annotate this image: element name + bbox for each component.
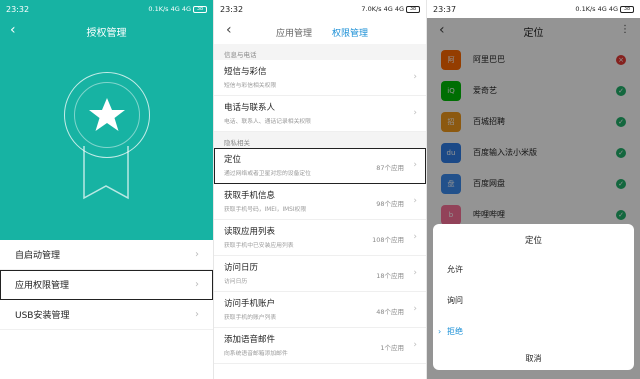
app-count: 98个应用 xyxy=(376,200,404,208)
app-count: 1个应用 xyxy=(380,344,404,352)
battery-icon: 38 xyxy=(620,5,634,13)
badge-inner-circle xyxy=(74,82,140,148)
battery-icon: 38 xyxy=(193,5,207,13)
item-title: 短信与彩信 xyxy=(224,67,267,77)
battery-icon: 38 xyxy=(406,5,420,13)
tab-app-management[interactable]: 应用管理 xyxy=(276,26,312,39)
chevron-right-icon: › xyxy=(413,268,417,278)
location-dialog: 定位 允许 询问 › 拒绝 取消 xyxy=(433,224,634,370)
title-bar: ‹ 应用管理 权限管理 xyxy=(214,18,426,44)
signal-text: 4G 4G xyxy=(597,5,618,13)
chevron-right-icon: › xyxy=(413,108,417,118)
permission-item-app-list[interactable]: 读取应用列表 获取手机中已安装应用列表 108个应用 › xyxy=(214,220,426,256)
chevron-right-icon: › xyxy=(413,340,417,350)
signal-text: 4G 4G xyxy=(383,5,404,13)
permission-item-sms[interactable]: 短信与彩信 短信与彩信相关权限 › xyxy=(214,60,426,96)
item-subtitle: 电话、联系人、通话记录相关权限 xyxy=(224,119,311,125)
option-label: 询问 xyxy=(447,296,463,305)
net-speed: 7.0K/s xyxy=(361,5,382,13)
title-bar: ‹ 授权管理 xyxy=(0,18,213,44)
signal-text: 4G 4G xyxy=(170,5,191,13)
status-right: 7.0K/s 4G 4G 38 xyxy=(361,5,420,13)
section-label-messaging: 信息与电话 xyxy=(214,44,426,60)
hero-header: 23:32 0.1K/s 4G 4G 38 ‹ 授权管理 xyxy=(0,0,213,240)
permission-item-accounts[interactable]: 访问手机账户 获取手机的账户列表 48个应用 › xyxy=(214,292,426,328)
back-arrow-icon[interactable]: ‹ xyxy=(226,22,232,38)
menu-item-usb-install[interactable]: USB安装管理 › xyxy=(0,300,213,330)
status-time: 23:32 xyxy=(6,4,30,14)
status-bar: 23:32 0.1K/s 4G 4G 38 xyxy=(0,0,213,18)
star-icon xyxy=(89,98,125,131)
chevron-right-icon: › xyxy=(195,249,199,260)
chevron-right-icon: › xyxy=(413,160,417,170)
chevron-right-icon: › xyxy=(413,304,417,314)
status-right: 0.1K/s 4G 4G 38 xyxy=(575,5,634,13)
chevron-right-icon: › xyxy=(413,232,417,242)
page-title: 授权管理 xyxy=(86,27,127,39)
chevron-right-icon: › xyxy=(195,309,199,320)
chevron-right-icon: › xyxy=(413,72,417,82)
option-label: 允许 xyxy=(447,265,463,274)
chevron-right-icon: › xyxy=(413,196,417,206)
selected-chevron-icon: › xyxy=(438,327,442,336)
ribbon-icon xyxy=(83,146,129,200)
status-right: 0.1K/s 4G 4G 38 xyxy=(148,5,207,13)
option-deny[interactable]: › 拒绝 xyxy=(433,316,634,347)
permission-item-voicemail[interactable]: 添加语音邮件 向系统语音邮箱添加邮件 1个应用 › xyxy=(214,328,426,364)
dialog-title: 定位 xyxy=(524,236,542,246)
location-permission-screen: 23:37 0.1K/s 4G 4G 38 ‹ 定位 ⋮ 阿阿里巴巴 × iQ 爱奇艺… xyxy=(427,0,640,379)
back-arrow-icon[interactable]: ‹ xyxy=(10,22,16,38)
permission-item-location[interactable]: 定位 通过网络或者卫星对您的设备定位 87个应用 › xyxy=(214,148,426,184)
cancel-button[interactable]: 取消 xyxy=(433,347,634,371)
app-count: 87个应用 xyxy=(376,164,404,172)
menu-item-label: 自启动管理 xyxy=(15,251,61,261)
permission-item-phone-info[interactable]: 获取手机信息 获取手机号码，IMEI，IMSI权限 98个应用 › xyxy=(214,184,426,220)
permission-item-phone-contacts[interactable]: 电话与联系人 电话、联系人、通话记录相关权限 › xyxy=(214,96,426,132)
menu-item-app-permissions[interactable]: 应用权限管理 › xyxy=(0,270,213,300)
tab-permission-management[interactable]: 权限管理 xyxy=(332,26,368,39)
chevron-right-icon: › xyxy=(195,279,199,290)
option-label: 拒绝 xyxy=(447,327,463,336)
option-allow[interactable]: 允许 xyxy=(433,254,634,285)
permission-management-screen: 23:32 7.0K/s 4G 4G 38 ‹ 应用管理 权限管理 信息与电话 … xyxy=(213,0,427,379)
net-speed: 0.1K/s xyxy=(148,5,169,13)
app-count: 108个应用 xyxy=(372,236,404,244)
status-time: 23:37 xyxy=(433,4,457,14)
option-ask[interactable]: 询问 xyxy=(433,285,634,316)
item-subtitle: 短信与彩信相关权限 xyxy=(224,83,277,89)
status-bar: 23:32 7.0K/s 4G 4G 38 xyxy=(214,0,426,18)
menu-item-autostart[interactable]: 自启动管理 › xyxy=(0,240,213,270)
item-title: 电话与联系人 xyxy=(224,103,276,113)
status-time: 23:32 xyxy=(220,4,244,14)
status-bar: 23:37 0.1K/s 4G 4G 38 xyxy=(427,0,640,18)
menu-item-label: USB安装管理 xyxy=(15,311,70,321)
app-count: 48个应用 xyxy=(376,308,404,316)
section-label-privacy: 隐私相关 xyxy=(214,132,426,148)
auth-management-screen: 23:32 0.1K/s 4G 4G 38 ‹ 授权管理 自启动管理 › 应用权… xyxy=(0,0,213,379)
auth-menu: 自启动管理 › 应用权限管理 › USB安装管理 › xyxy=(0,240,213,330)
permission-item-calendar[interactable]: 访问日历 访问日历 18个应用 › xyxy=(214,256,426,292)
app-count: 18个应用 xyxy=(376,272,404,280)
net-speed: 0.1K/s xyxy=(575,5,596,13)
menu-item-label: 应用权限管理 xyxy=(15,281,70,291)
